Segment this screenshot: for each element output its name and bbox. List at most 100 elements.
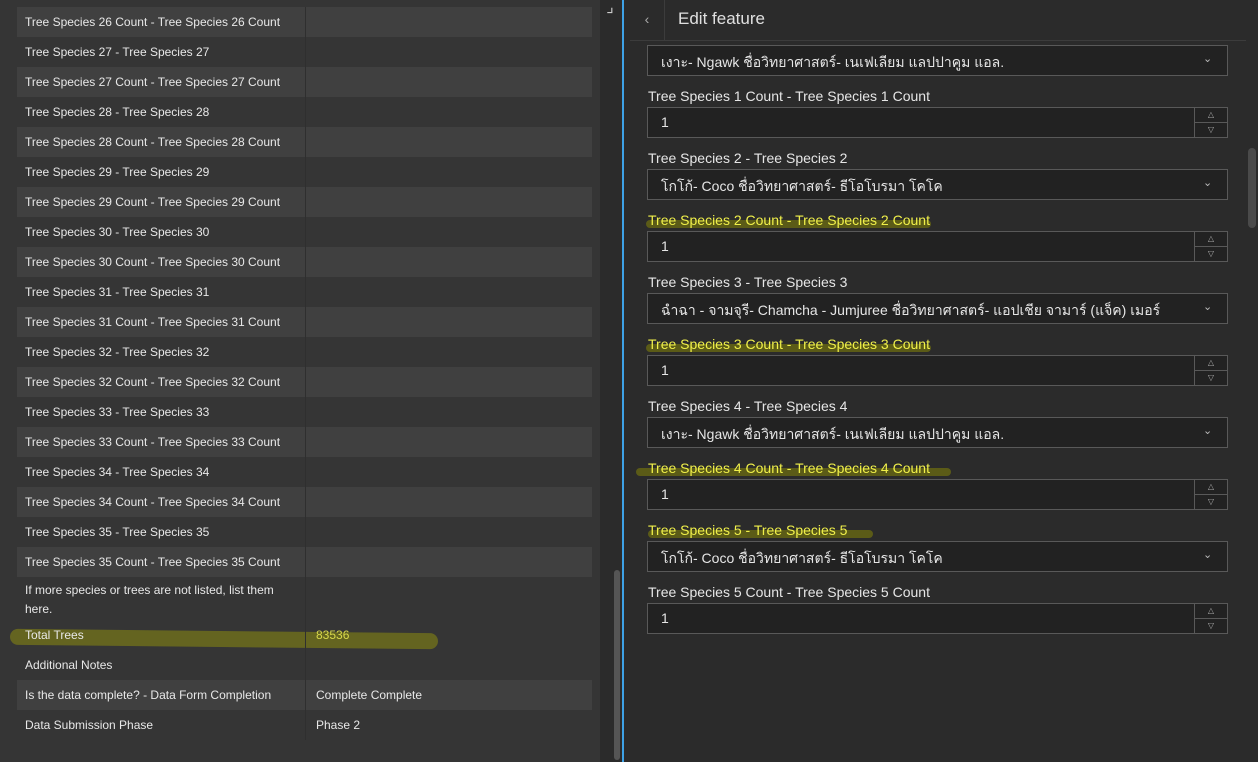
field-name-cell: Data Submission Phase (17, 710, 306, 740)
count-input[interactable]: 1 △ ▽ (647, 355, 1228, 386)
table-row: Tree Species 28 Count - Tree Species 28 … (17, 127, 592, 157)
field-name-cell: Tree Species 32 - Tree Species 32 (17, 337, 306, 367)
field-name-cell: Tree Species 35 Count - Tree Species 35 … (17, 547, 306, 577)
field-name-cell: Tree Species 29 Count - Tree Species 29 … (17, 187, 306, 217)
field-name-cell: Tree Species 30 Count - Tree Species 30 … (17, 247, 306, 277)
field-name-cell: If more species or trees are not listed,… (17, 577, 306, 620)
field-name-cell: Total Trees (17, 620, 306, 650)
table-row: Tree Species 35 Count - Tree Species 35 … (17, 547, 592, 577)
count-value: 1 (661, 486, 669, 502)
count-value: 1 (661, 362, 669, 378)
select-value: ฉำฉา - จามจุรี- Chamcha - Jumjuree ชื่อว… (661, 302, 1161, 318)
chevron-down-icon[interactable]: ▽ (1195, 247, 1227, 261)
edit-feature-header: ‹ Edit feature (630, 0, 1258, 41)
table-row: Total Trees 83536 (17, 620, 592, 650)
field-name-cell: Tree Species 29 - Tree Species 29 (17, 157, 306, 187)
chevron-down-icon: ⌄ (1203, 549, 1213, 561)
field-label: Tree Species 4 - Tree Species 4 (648, 398, 848, 414)
chevron-down-icon[interactable]: ▽ (1195, 371, 1227, 385)
table-row: If more species or trees are not listed,… (17, 577, 592, 620)
chevron-down-icon[interactable]: ▽ (1195, 495, 1227, 509)
chevron-down-icon: ⌄ (1203, 53, 1213, 65)
edit-feature-pane: ‹ Edit feature เงาะ- Ngawk ชื่อวิทยาศาสต… (630, 0, 1258, 762)
count-input[interactable]: 1 △ ▽ (647, 107, 1228, 138)
left-scrollbar-thumb[interactable] (614, 570, 620, 760)
field-label: Tree Species 5 - Tree Species 5 (648, 522, 848, 538)
number-stepper: △ ▽ (1194, 356, 1227, 385)
collapse-corner-icon[interactable]: ⌟ (598, 0, 622, 22)
number-stepper: △ ▽ (1194, 108, 1227, 137)
chevron-down-icon: ⌄ (1203, 177, 1213, 189)
attribute-table-pane: Tree Species 26 Count - Tree Species 26 … (0, 0, 600, 762)
table-row: Tree Species 31 - Tree Species 31 (17, 277, 592, 307)
select-value: เงาะ- Ngawk ชื่อวิทยาศาสตร์- เนเฟเลียม แ… (661, 426, 1005, 442)
table-row: Additional Notes (17, 650, 592, 680)
number-stepper: △ ▽ (1194, 232, 1227, 261)
species-select[interactable]: เงาะ- Ngawk ชื่อวิทยาศาสตร์- เนเฟเลียม แ… (647, 45, 1228, 76)
select-value: โกโก้- Coco ชื่อวิทยาศาสตร์- ธีโอโบรมา โ… (661, 178, 943, 194)
field-name-cell: Tree Species 30 - Tree Species 30 (17, 217, 306, 247)
field-name-cell: Tree Species 34 - Tree Species 34 (17, 457, 306, 487)
field-label: Tree Species 2 - Tree Species 2 (648, 150, 848, 166)
right-scrollbar-thumb[interactable] (1248, 148, 1256, 228)
table-row: Tree Species 27 Count - Tree Species 27 … (17, 67, 592, 97)
field-name-cell: Tree Species 33 - Tree Species 33 (17, 397, 306, 427)
back-button[interactable]: ‹ (630, 0, 665, 40)
species-select[interactable]: โกโก้- Coco ชื่อวิทยาศาสตร์- ธีโอโบรมา โ… (647, 169, 1228, 200)
species-select[interactable]: เงาะ- Ngawk ชื่อวิทยาศาสตร์- เนเฟเลียม แ… (647, 417, 1228, 448)
field-name-cell: Tree Species 34 Count - Tree Species 34 … (17, 487, 306, 517)
species-select[interactable]: ฉำฉา - จามจุรี- Chamcha - Jumjuree ชื่อว… (647, 293, 1228, 324)
table-row: Data Submission Phase Phase 2 (17, 710, 592, 740)
field-name-cell: Tree Species 27 - Tree Species 27 (17, 37, 306, 67)
count-input[interactable]: 1 △ ▽ (647, 231, 1228, 262)
field-name-cell: Tree Species 31 Count - Tree Species 31 … (17, 307, 306, 337)
field-value-cell: 83536 (316, 627, 350, 642)
field-label: Tree Species 3 - Tree Species 3 (648, 274, 848, 290)
table-row: Is the data complete? - Data Form Comple… (17, 680, 592, 710)
chevron-down-icon: ⌄ (1203, 301, 1213, 313)
count-value: 1 (661, 114, 669, 130)
chevron-up-icon[interactable]: △ (1195, 232, 1227, 247)
chevron-up-icon[interactable]: △ (1195, 108, 1227, 123)
field-name-cell: Tree Species 27 Count - Tree Species 27 … (17, 67, 306, 97)
table-row: Tree Species 33 Count - Tree Species 33 … (17, 427, 592, 457)
number-stepper: △ ▽ (1194, 604, 1227, 633)
chevron-down-icon: ⌄ (1203, 425, 1213, 437)
field-label: Tree Species 5 Count - Tree Species 5 Co… (648, 584, 930, 600)
species-select[interactable]: โกโก้- Coco ชื่อวิทยาศาสตร์- ธีโอโบรมา โ… (647, 541, 1228, 572)
field-name-cell: Tree Species 32 Count - Tree Species 32 … (17, 367, 306, 397)
table-row: Tree Species 27 - Tree Species 27 (17, 37, 592, 67)
field-name-cell: Additional Notes (17, 650, 306, 680)
table-row: Tree Species 33 - Tree Species 33 (17, 397, 592, 427)
count-input[interactable]: 1 △ ▽ (647, 603, 1228, 634)
table-row: Tree Species 34 - Tree Species 34 (17, 457, 592, 487)
count-value: 1 (661, 238, 669, 254)
table-row: Tree Species 32 - Tree Species 32 (17, 337, 592, 367)
field-name-cell: Tree Species 35 - Tree Species 35 (17, 517, 306, 547)
chevron-left-icon: ‹ (644, 11, 650, 27)
attribute-table: Tree Species 26 Count - Tree Species 26 … (17, 7, 592, 740)
table-row: Tree Species 30 Count - Tree Species 30 … (17, 247, 592, 277)
count-input[interactable]: 1 △ ▽ (647, 479, 1228, 510)
table-row: Tree Species 26 Count - Tree Species 26 … (17, 7, 592, 37)
select-value: โกโก้- Coco ชื่อวิทยาศาสตร์- ธีโอโบรมา โ… (661, 550, 943, 566)
chevron-down-icon[interactable]: ▽ (1195, 619, 1227, 633)
field-value-cell: Phase 2 (316, 717, 361, 732)
field-label: Tree Species 2 Count - Tree Species 2 Co… (648, 212, 930, 228)
table-row: Tree Species 32 Count - Tree Species 32 … (17, 367, 592, 397)
field-value-cell: Complete Complete (316, 687, 423, 702)
field-label: Tree Species 4 Count - Tree Species 4 Co… (648, 460, 930, 476)
chevron-down-icon[interactable]: ▽ (1195, 123, 1227, 137)
table-row: Tree Species 30 - Tree Species 30 (17, 217, 592, 247)
chevron-up-icon[interactable]: △ (1195, 356, 1227, 371)
count-value: 1 (661, 610, 669, 626)
chevron-up-icon[interactable]: △ (1195, 480, 1227, 495)
table-row: Tree Species 35 - Tree Species 35 (17, 517, 592, 547)
table-row: Tree Species 34 Count - Tree Species 34 … (17, 487, 592, 517)
table-row: Tree Species 31 Count - Tree Species 31 … (17, 307, 592, 337)
number-stepper: △ ▽ (1194, 480, 1227, 509)
chevron-up-icon[interactable]: △ (1195, 604, 1227, 619)
pane-divider[interactable] (622, 0, 624, 762)
field-name-cell: Tree Species 31 - Tree Species 31 (17, 277, 306, 307)
field-name-cell: Tree Species 28 - Tree Species 28 (17, 97, 306, 127)
